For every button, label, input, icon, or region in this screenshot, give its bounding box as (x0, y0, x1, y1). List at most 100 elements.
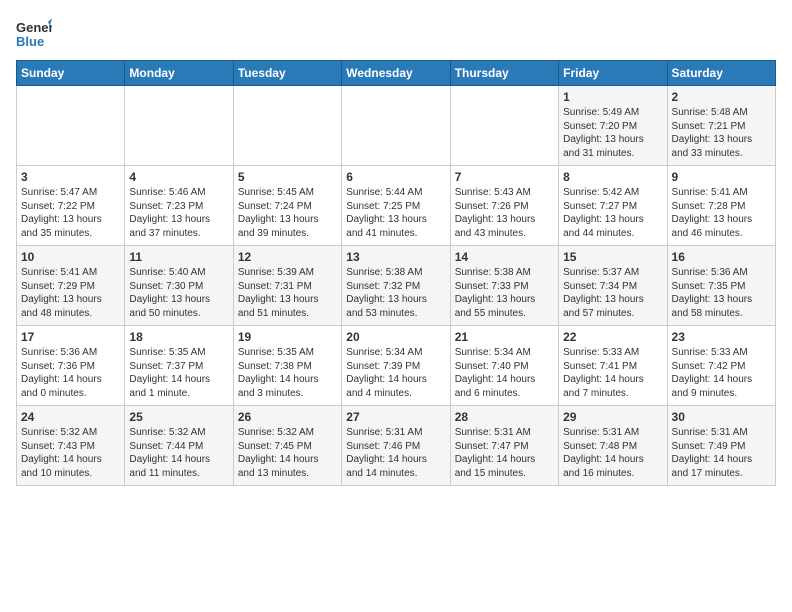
day-info: Sunrise: 5:46 AM Sunset: 7:23 PM Dayligh… (129, 186, 228, 240)
week-row-2: 3Sunrise: 5:47 AM Sunset: 7:22 PM Daylig… (17, 166, 776, 246)
day-info: Sunrise: 5:41 AM Sunset: 7:29 PM Dayligh… (21, 266, 120, 320)
day-cell: 1 Sunrise: 5:49 AM Sunset: 7:20 PM Daylig… (559, 86, 667, 166)
day-info: Sunrise: 5:32 AM Sunset: 7:45 PM Dayligh… (238, 426, 337, 480)
day-number: 11 (129, 250, 228, 264)
day-info: Sunrise: 5:37 AM Sunset: 7:34 PM Dayligh… (563, 266, 662, 320)
day-info: Sunrise: 5:49 AM Sunset: 7:20 PM Dayligh… (563, 106, 662, 160)
header-cell-tuesday: Tuesday (233, 61, 341, 86)
day-info: Sunrise: 5:32 AM Sunset: 7:44 PM Dayligh… (129, 426, 228, 480)
page-header: General Blue (16, 16, 776, 52)
day-info: Sunrise: 5:48 AM Sunset: 7:21 PM Dayligh… (672, 106, 771, 160)
day-info: Sunrise: 5:31 AM Sunset: 7:46 PM Dayligh… (346, 426, 445, 480)
day-cell (17, 86, 125, 166)
day-number: 20 (346, 330, 445, 344)
day-info: Sunrise: 5:45 AM Sunset: 7:24 PM Dayligh… (238, 186, 337, 240)
logo: General Blue (16, 16, 52, 52)
day-cell (233, 86, 341, 166)
day-info: Sunrise: 5:34 AM Sunset: 7:40 PM Dayligh… (455, 346, 554, 400)
day-number: 15 (563, 250, 662, 264)
day-info: Sunrise: 5:47 AM Sunset: 7:22 PM Dayligh… (21, 186, 120, 240)
day-number: 29 (563, 410, 662, 424)
day-cell: 27Sunrise: 5:31 AM Sunset: 7:46 PM Dayli… (342, 406, 450, 486)
day-cell: 20 Sunrise: 5:34 AM Sunset: 7:39 PM Dayli… (342, 326, 450, 406)
day-info: Sunrise: 5:35 AM Sunset: 7:37 PM Dayligh… (129, 346, 228, 400)
day-cell: 17 Sunrise: 5:36 AM Sunset: 7:36 PM Dayli… (17, 326, 125, 406)
day-number: 19 (238, 330, 337, 344)
day-cell: 16 Sunrise: 5:36 AM Sunset: 7:35 PM Dayli… (667, 246, 775, 326)
day-info: Sunrise: 5:39 AM Sunset: 7:31 PM Dayligh… (238, 266, 337, 320)
day-number: 6 (346, 170, 445, 184)
day-number: 22 (563, 330, 662, 344)
day-cell (450, 86, 558, 166)
calendar-body: 1 Sunrise: 5:49 AM Sunset: 7:20 PM Daylig… (17, 86, 776, 486)
header-cell-monday: Monday (125, 61, 233, 86)
day-info: Sunrise: 5:31 AM Sunset: 7:49 PM Dayligh… (672, 426, 771, 480)
day-info: Sunrise: 5:40 AM Sunset: 7:30 PM Dayligh… (129, 266, 228, 320)
header-cell-wednesday: Wednesday (342, 61, 450, 86)
header-cell-saturday: Saturday (667, 61, 775, 86)
svg-text:General: General (16, 20, 52, 35)
day-cell: 5 Sunrise: 5:45 AM Sunset: 7:24 PM Daylig… (233, 166, 341, 246)
day-cell: 22 Sunrise: 5:33 AM Sunset: 7:41 PM Dayli… (559, 326, 667, 406)
day-info: Sunrise: 5:34 AM Sunset: 7:39 PM Dayligh… (346, 346, 445, 400)
header-cell-sunday: Sunday (17, 61, 125, 86)
day-info: Sunrise: 5:36 AM Sunset: 7:36 PM Dayligh… (21, 346, 120, 400)
calendar-header: SundayMondayTuesdayWednesdayThursdayFrid… (17, 61, 776, 86)
day-cell: 13 Sunrise: 5:38 AM Sunset: 7:32 PM Dayli… (342, 246, 450, 326)
day-cell: 28 Sunrise: 5:31 AM Sunset: 7:47 PM Dayli… (450, 406, 558, 486)
day-number: 2 (672, 90, 771, 104)
day-number: 17 (21, 330, 120, 344)
day-info: Sunrise: 5:33 AM Sunset: 7:42 PM Dayligh… (672, 346, 771, 400)
day-number: 21 (455, 330, 554, 344)
day-info: Sunrise: 5:38 AM Sunset: 7:32 PM Dayligh… (346, 266, 445, 320)
day-cell: 4 Sunrise: 5:46 AM Sunset: 7:23 PM Daylig… (125, 166, 233, 246)
week-row-3: 10 Sunrise: 5:41 AM Sunset: 7:29 PM Dayli… (17, 246, 776, 326)
week-row-5: 24Sunrise: 5:32 AM Sunset: 7:43 PM Dayli… (17, 406, 776, 486)
day-info: Sunrise: 5:31 AM Sunset: 7:47 PM Dayligh… (455, 426, 554, 480)
day-number: 23 (672, 330, 771, 344)
day-number: 10 (21, 250, 120, 264)
day-info: Sunrise: 5:36 AM Sunset: 7:35 PM Dayligh… (672, 266, 771, 320)
calendar-table: SundayMondayTuesdayWednesdayThursdayFrid… (16, 60, 776, 486)
day-number: 30 (672, 410, 771, 424)
day-info: Sunrise: 5:43 AM Sunset: 7:26 PM Dayligh… (455, 186, 554, 240)
day-cell: 15 Sunrise: 5:37 AM Sunset: 7:34 PM Dayli… (559, 246, 667, 326)
day-number: 1 (563, 90, 662, 104)
header-row: SundayMondayTuesdayWednesdayThursdayFrid… (17, 61, 776, 86)
day-cell: 9 Sunrise: 5:41 AM Sunset: 7:28 PM Daylig… (667, 166, 775, 246)
day-cell: 10 Sunrise: 5:41 AM Sunset: 7:29 PM Dayli… (17, 246, 125, 326)
day-cell: 12 Sunrise: 5:39 AM Sunset: 7:31 PM Dayli… (233, 246, 341, 326)
day-cell: 29 Sunrise: 5:31 AM Sunset: 7:48 PM Dayli… (559, 406, 667, 486)
day-cell: 24Sunrise: 5:32 AM Sunset: 7:43 PM Dayli… (17, 406, 125, 486)
svg-text:Blue: Blue (16, 34, 44, 49)
day-number: 18 (129, 330, 228, 344)
day-number: 12 (238, 250, 337, 264)
day-info: Sunrise: 5:44 AM Sunset: 7:25 PM Dayligh… (346, 186, 445, 240)
week-row-1: 1 Sunrise: 5:49 AM Sunset: 7:20 PM Daylig… (17, 86, 776, 166)
day-number: 8 (563, 170, 662, 184)
day-cell (125, 86, 233, 166)
day-cell: 18 Sunrise: 5:35 AM Sunset: 7:37 PM Dayli… (125, 326, 233, 406)
day-number: 16 (672, 250, 771, 264)
day-info: Sunrise: 5:31 AM Sunset: 7:48 PM Dayligh… (563, 426, 662, 480)
day-cell: 6 Sunrise: 5:44 AM Sunset: 7:25 PM Daylig… (342, 166, 450, 246)
header-cell-friday: Friday (559, 61, 667, 86)
day-cell: 21 Sunrise: 5:34 AM Sunset: 7:40 PM Dayli… (450, 326, 558, 406)
day-number: 9 (672, 170, 771, 184)
day-number: 28 (455, 410, 554, 424)
day-cell: 25 Sunrise: 5:32 AM Sunset: 7:44 PM Dayli… (125, 406, 233, 486)
day-number: 14 (455, 250, 554, 264)
day-number: 5 (238, 170, 337, 184)
day-number: 26 (238, 410, 337, 424)
day-info: Sunrise: 5:41 AM Sunset: 7:28 PM Dayligh… (672, 186, 771, 240)
week-row-4: 17 Sunrise: 5:36 AM Sunset: 7:36 PM Dayli… (17, 326, 776, 406)
day-info: Sunrise: 5:42 AM Sunset: 7:27 PM Dayligh… (563, 186, 662, 240)
day-number: 13 (346, 250, 445, 264)
day-cell: 19Sunrise: 5:35 AM Sunset: 7:38 PM Dayli… (233, 326, 341, 406)
day-number: 4 (129, 170, 228, 184)
day-info: Sunrise: 5:33 AM Sunset: 7:41 PM Dayligh… (563, 346, 662, 400)
day-cell: 11 Sunrise: 5:40 AM Sunset: 7:30 PM Dayli… (125, 246, 233, 326)
day-cell: 3Sunrise: 5:47 AM Sunset: 7:22 PM Daylig… (17, 166, 125, 246)
day-info: Sunrise: 5:32 AM Sunset: 7:43 PM Dayligh… (21, 426, 120, 480)
day-number: 25 (129, 410, 228, 424)
